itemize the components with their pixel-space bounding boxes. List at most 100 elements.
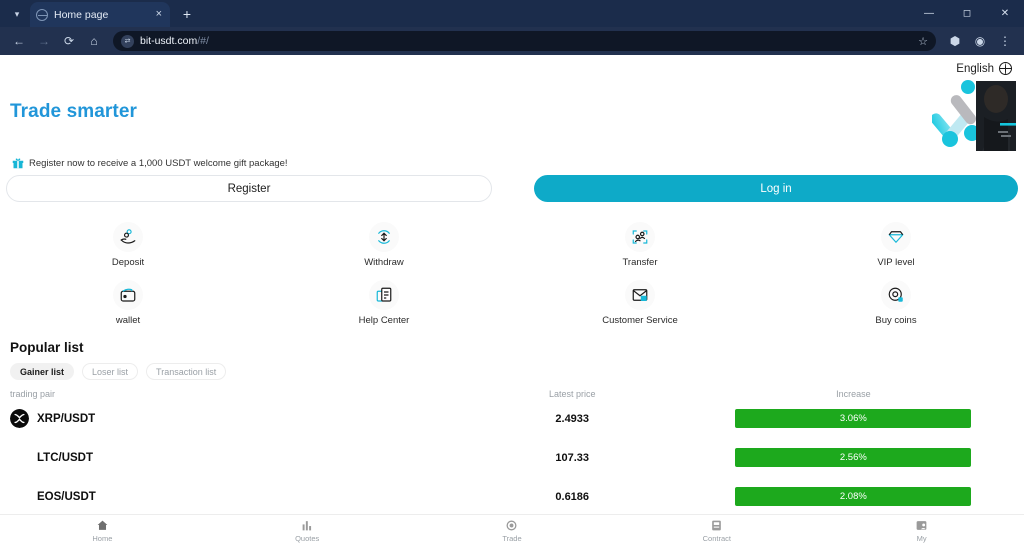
withdraw-icon xyxy=(369,222,399,252)
shortcut-grid: Deposit Withdraw xyxy=(0,218,1024,334)
shortcut-label: Buy coins xyxy=(875,315,916,326)
wallet-icon xyxy=(113,280,143,310)
increase-cell: 2.56% xyxy=(693,448,1014,467)
popular-list-tabs: Gainer list Loser list Transaction list xyxy=(0,355,1024,380)
back-icon[interactable]: ← xyxy=(8,30,30,52)
profile-icon xyxy=(915,519,928,532)
profile-icon[interactable]: ◉ xyxy=(969,30,991,52)
url-path: /#/ xyxy=(197,35,209,47)
xrp-logo-icon xyxy=(10,409,29,428)
table-header: trading pair Latest price Increase xyxy=(0,380,1024,399)
increase-cell: 3.06% xyxy=(693,409,1014,428)
shortcut-deposit[interactable]: Deposit xyxy=(0,218,256,276)
shortcut-label: Withdraw xyxy=(364,257,404,268)
site-settings-icon[interactable]: ⇄ xyxy=(121,35,134,48)
tab-strip: ▾ Home page × + — ◻ ✕ xyxy=(0,0,1024,27)
shortcut-buy-coins[interactable]: Buy coins xyxy=(768,276,1024,334)
window-close-button[interactable]: ✕ xyxy=(986,0,1024,27)
mail-icon xyxy=(625,280,655,310)
shortcut-withdraw[interactable]: Withdraw xyxy=(256,218,512,276)
column-header-trading-pair: trading pair xyxy=(10,389,452,399)
coin-icon xyxy=(881,280,911,310)
pair-name: EOS/USDT xyxy=(37,491,96,503)
increase-cell: 2.08% xyxy=(693,487,1014,506)
home-icon[interactable]: ⌂ xyxy=(83,30,105,52)
tab-favicon-globe-icon xyxy=(36,9,48,21)
shortcut-help-center[interactable]: Help Center xyxy=(256,276,512,334)
bar-chart-icon xyxy=(301,519,314,532)
language-selector[interactable]: English xyxy=(956,62,1012,75)
hero-illustration xyxy=(932,77,1020,155)
increase-badge: 2.56% xyxy=(735,448,971,467)
tab-gainer-list[interactable]: Gainer list xyxy=(10,363,74,380)
shortcut-transfer[interactable]: Transfer xyxy=(512,218,768,276)
nav-label: Home xyxy=(92,534,112,543)
nav-item-quotes[interactable]: Quotes xyxy=(205,519,410,543)
nav-item-trade[interactable]: Trade xyxy=(410,519,615,543)
page-content: English xyxy=(0,55,1024,547)
promo-banner: Register now to receive a 1,000 USDT wel… xyxy=(12,157,288,169)
increase-badge: 3.06% xyxy=(735,409,971,428)
shortcut-label: Help Center xyxy=(359,315,410,326)
forward-icon[interactable]: → xyxy=(33,30,55,52)
document-icon xyxy=(369,280,399,310)
bookmark-star-icon[interactable]: ☆ xyxy=(918,35,928,48)
reload-icon[interactable]: ⟳ xyxy=(58,30,80,52)
coin-logo-placeholder xyxy=(10,448,29,467)
page-title: Trade smarter xyxy=(10,101,137,123)
tab-transaction-list[interactable]: Transaction list xyxy=(146,363,226,380)
trade-icon xyxy=(505,519,518,532)
table-row[interactable]: LTC/USDT 107.33 2.56% xyxy=(0,438,1024,477)
coin-logo-placeholder xyxy=(10,487,29,506)
window-minimize-button[interactable]: — xyxy=(910,0,948,27)
nav-item-contract[interactable]: Contract xyxy=(614,519,819,543)
table-row[interactable]: XRP/USDT 2.4933 3.06% xyxy=(0,399,1024,438)
language-label: English xyxy=(956,63,994,75)
tab-loser-list[interactable]: Loser list xyxy=(82,363,138,380)
nav-item-my[interactable]: My xyxy=(819,519,1024,543)
tab-close-icon[interactable]: × xyxy=(154,7,164,22)
address-bar[interactable]: ⇄ bit-usdt.com/#/ ☆ xyxy=(113,31,936,51)
browser-tab[interactable]: Home page × xyxy=(30,2,170,27)
shortcut-wallet[interactable]: wallet xyxy=(0,276,256,334)
column-header-increase: Increase xyxy=(693,389,1014,399)
pair-name: LTC/USDT xyxy=(37,452,93,464)
register-button[interactable]: Register xyxy=(6,175,492,202)
new-tab-button[interactable]: + xyxy=(176,3,198,25)
browser-menu-icon[interactable]: ⋮ xyxy=(994,30,1016,52)
home-icon xyxy=(96,519,109,532)
bottom-navigation: Home Quotes Trade xyxy=(0,514,1024,547)
nav-label: Contract xyxy=(703,534,731,543)
shortcut-label: Deposit xyxy=(112,257,144,268)
window-controls: — ◻ ✕ xyxy=(910,0,1024,27)
shortcut-vip-level[interactable]: VIP level xyxy=(768,218,1024,276)
increase-badge: 2.08% xyxy=(735,487,971,506)
shortcut-label: VIP level xyxy=(877,257,914,268)
extensions-icon[interactable]: ⬢ xyxy=(944,30,966,52)
shortcut-label: wallet xyxy=(116,315,140,326)
pair-cell: XRP/USDT xyxy=(10,409,452,428)
globe-icon xyxy=(999,62,1012,75)
url-domain: bit-usdt.com xyxy=(140,35,197,47)
shortcut-customer-service[interactable]: Customer Service xyxy=(512,276,768,334)
nav-label: Quotes xyxy=(295,534,319,543)
auth-buttons: Register Log in xyxy=(0,175,1024,202)
table-row[interactable]: EOS/USDT 0.6186 2.08% xyxy=(0,477,1024,516)
price-cell: 107.33 xyxy=(452,452,693,464)
nav-item-home[interactable]: Home xyxy=(0,519,205,543)
nav-label: Trade xyxy=(502,534,521,543)
pair-name: XRP/USDT xyxy=(37,413,95,425)
promo-text: Register now to receive a 1,000 USDT wel… xyxy=(29,158,288,169)
transfer-icon xyxy=(625,222,655,252)
shortcut-label: Customer Service xyxy=(602,315,678,326)
nav-label: My xyxy=(917,534,927,543)
pair-cell: EOS/USDT xyxy=(10,487,452,506)
gift-icon xyxy=(12,157,24,169)
window-maximize-button[interactable]: ◻ xyxy=(948,0,986,27)
hero-section: English xyxy=(0,55,1024,170)
tab-search-icon[interactable]: ▾ xyxy=(4,3,30,25)
url-text: bit-usdt.com/#/ xyxy=(140,35,209,47)
tab-title: Home page xyxy=(54,9,148,21)
price-cell: 2.4933 xyxy=(452,413,693,425)
login-button[interactable]: Log in xyxy=(534,175,1018,202)
